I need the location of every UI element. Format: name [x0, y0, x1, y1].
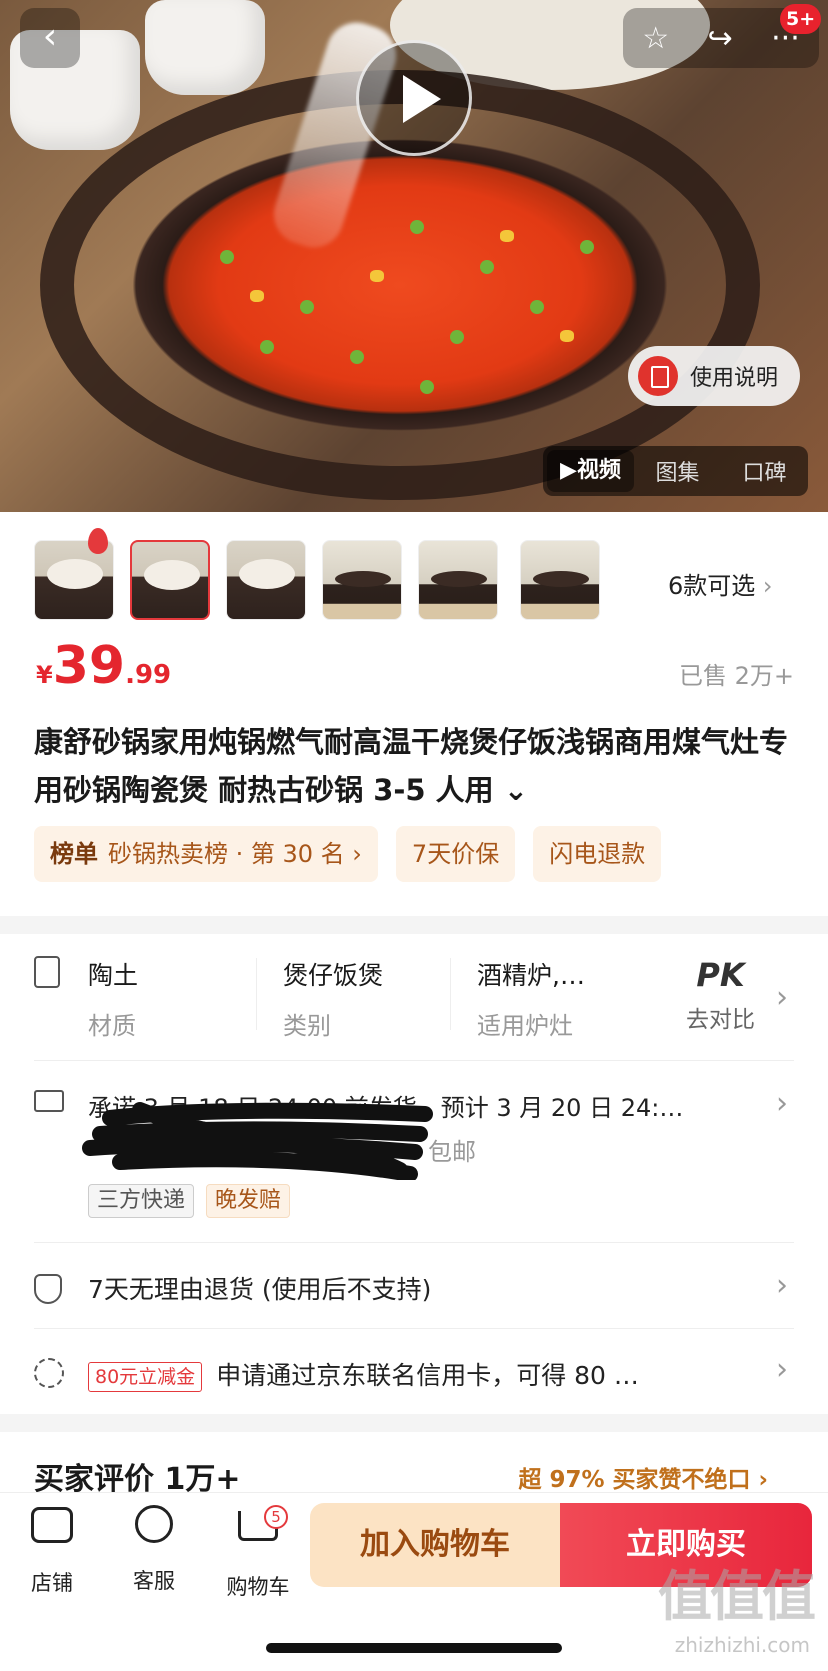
shipping-tags: 三方快递 晚发赔	[88, 1184, 291, 1218]
chevron-right-icon: ›	[776, 980, 788, 1015]
spec-divider	[450, 958, 451, 1030]
store-button[interactable]: 店铺	[12, 1501, 92, 1597]
spec-stove: 酒精炉,… 适用炉灶	[477, 956, 585, 1041]
variant-thumb[interactable]	[226, 540, 306, 620]
usage-guide-label: 使用说明	[690, 366, 779, 391]
shield-icon	[34, 1274, 62, 1304]
spec-key: 材质	[88, 1012, 136, 1040]
tab-video[interactable]: ▶视频	[547, 450, 634, 492]
cart-button[interactable]: 5 购物车	[218, 1501, 298, 1601]
smiley-icon	[135, 1505, 173, 1543]
returns-policy[interactable]: 7天无理由退货 (使用后不支持)	[88, 1270, 431, 1306]
tab-reviews[interactable]: 口碑	[721, 455, 808, 487]
product-title[interactable]: 康舒砂锅家用炖锅燃气耐高温干烧煲仔饭浅锅商用煤气灶专用砂锅陶瓷煲 耐热古砂锅 3…	[34, 718, 800, 814]
price-guard-chip[interactable]: 7天价保	[395, 826, 516, 882]
sold-count: 已售 2万+	[678, 662, 794, 690]
product-title-text: 康舒砂锅家用炖锅燃气耐高温干烧煲仔饭浅锅商用煤气灶专用砂锅陶瓷煲 耐热古砂锅 3…	[34, 725, 789, 807]
chevron-left-icon: ‹	[42, 16, 58, 57]
ranking-label: 榜单	[50, 840, 98, 868]
share-icon[interactable]: ↪	[708, 21, 733, 56]
ranking-chip[interactable]: 榜单 砂锅热卖榜 · 第 30 名 ›	[34, 826, 378, 882]
truck-icon	[34, 1090, 64, 1112]
spec-row[interactable]: 陶土材质 煲仔饭煲类别 酒精炉,… 适用炉灶 PK 去对比 ›	[0, 936, 828, 1056]
store-label: 店铺	[31, 1571, 73, 1595]
variants-selector[interactable]: 6款可选 ›	[668, 566, 773, 601]
document-icon	[34, 956, 60, 988]
spec-key: 类别	[283, 1012, 331, 1040]
promo-text: 申请通过京东联名信用卡，可得 80 …	[216, 1361, 639, 1390]
watermark-logo: 值值值	[658, 1565, 816, 1628]
fast-refund-chip[interactable]: 闪电退款	[533, 826, 662, 882]
spec-value: 酒精炉,…	[477, 961, 585, 990]
row-divider	[34, 1242, 794, 1243]
price-decimal: .99	[125, 660, 172, 690]
chevron-right-icon: ›	[776, 1268, 788, 1303]
tab-gallery[interactable]: 图集	[634, 455, 721, 487]
variant-thumb[interactable]	[322, 540, 402, 620]
store-icon	[31, 1507, 73, 1543]
spec-material: 陶土 材质	[88, 956, 138, 1041]
customer-service-button[interactable]: 客服	[114, 1501, 194, 1595]
discount-tag: 80元立减金	[88, 1362, 203, 1392]
variant-thumb[interactable]	[520, 540, 600, 620]
usage-guide-button[interactable]: 使用说明	[628, 346, 800, 406]
row-divider	[34, 1060, 794, 1061]
late-compensation-tag: 晚发赔	[206, 1184, 291, 1218]
chevron-down-icon[interactable]: ⌄	[504, 773, 528, 807]
customer-service-label: 客服	[133, 1569, 175, 1593]
section-divider	[0, 1414, 828, 1432]
back-button[interactable]: ‹	[20, 8, 80, 68]
cup-image	[145, 0, 265, 95]
variant-thumb-selected[interactable]	[130, 540, 210, 620]
spec-category: 煲仔饭煲 类别	[283, 956, 383, 1041]
price-integer: 39	[52, 636, 126, 696]
price: ¥39.99	[36, 636, 171, 696]
watermark-url: zhizhizhi.com	[674, 1633, 810, 1657]
hot-flame-icon	[88, 528, 108, 554]
manual-icon	[638, 356, 678, 396]
row-divider	[34, 1328, 794, 1329]
redaction-scribble	[82, 1102, 433, 1180]
home-indicator[interactable]	[266, 1643, 562, 1653]
variant-thumb[interactable]	[418, 540, 498, 620]
chevron-right-icon: ›	[776, 1352, 788, 1387]
courier-tag: 三方快递	[88, 1184, 195, 1218]
add-to-cart-button[interactable]: 加入购物车	[310, 1503, 560, 1587]
highlight-chips: 榜单 砂锅热卖榜 · 第 30 名 › 7天价保 闪电退款	[34, 826, 662, 882]
media-tabs: ▶视频 图集 口碑	[543, 446, 808, 496]
cart-count-badge: 5	[264, 1505, 288, 1529]
play-icon[interactable]	[356, 40, 472, 156]
product-page: { "header":{"back_icon":"‹","star_icon":…	[0, 0, 828, 1671]
product-video-hero[interactable]: ‹ ☆ ↪ ··· 5+ 使用说明 ▶视频 图集 口碑	[0, 0, 828, 512]
compare-label: 去对比	[686, 1007, 755, 1033]
coupon-icon	[34, 1358, 64, 1388]
spec-divider	[256, 958, 257, 1030]
reviews-praise[interactable]: 超 97% 买家赞不绝口 ›	[518, 1460, 768, 1494]
chevron-right-icon: ›	[762, 572, 773, 600]
chevron-right-icon: ›	[776, 1086, 788, 1121]
star-icon[interactable]: ☆	[642, 21, 669, 56]
ranking-text: 砂锅热卖榜 · 第 30 名 ›	[108, 840, 362, 868]
notification-badge: 5+	[780, 4, 822, 34]
spec-key: 适用炉灶	[477, 1012, 573, 1040]
cart-label: 购物车	[226, 1575, 290, 1599]
spec-value: 煲仔饭煲	[283, 961, 384, 990]
compare-button[interactable]: PK 去对比	[686, 956, 755, 1034]
price-currency: ¥	[36, 661, 53, 689]
variants-label: 6款可选	[668, 572, 756, 600]
spec-value: 陶土	[88, 961, 139, 990]
pk-label: PK	[696, 956, 745, 994]
section-divider	[0, 916, 828, 934]
credit-card-promo[interactable]: 80元立减金 申请通过京东联名信用卡，可得 80 …	[88, 1356, 639, 1392]
